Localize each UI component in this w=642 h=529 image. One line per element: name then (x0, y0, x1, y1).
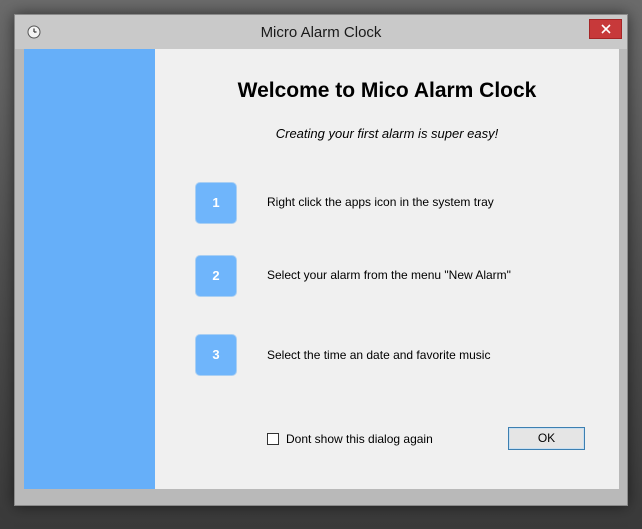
dialog-window: Micro Alarm Clock Welcome to Mico Alarm … (14, 14, 628, 506)
step-3-badge: 3 (195, 334, 237, 376)
side-panel (24, 49, 155, 489)
step-1-text: Right click the apps icon in the system … (267, 195, 494, 209)
checkbox-label[interactable]: Dont show this dialog again (286, 432, 433, 446)
step-3-text: Select the time an date and favorite mus… (267, 348, 491, 362)
step-2-badge: 2 (195, 255, 237, 297)
dialog-content: Welcome to Mico Alarm Clock Creating you… (24, 49, 619, 489)
welcome-heading: Welcome to Mico Alarm Clock (237, 79, 537, 102)
close-button[interactable] (589, 19, 622, 39)
welcome-subheading: Creating your first alarm is super easy! (275, 126, 499, 141)
step-1-badge: 1 (195, 182, 237, 224)
checkbox-box[interactable] (267, 433, 279, 445)
step-2-text: Select your alarm from the menu "New Ala… (267, 268, 511, 282)
ok-button[interactable]: OK (508, 427, 585, 450)
title-bar[interactable]: Micro Alarm Clock (15, 15, 627, 49)
close-icon (601, 24, 611, 34)
window-title: Micro Alarm Clock (260, 24, 382, 41)
